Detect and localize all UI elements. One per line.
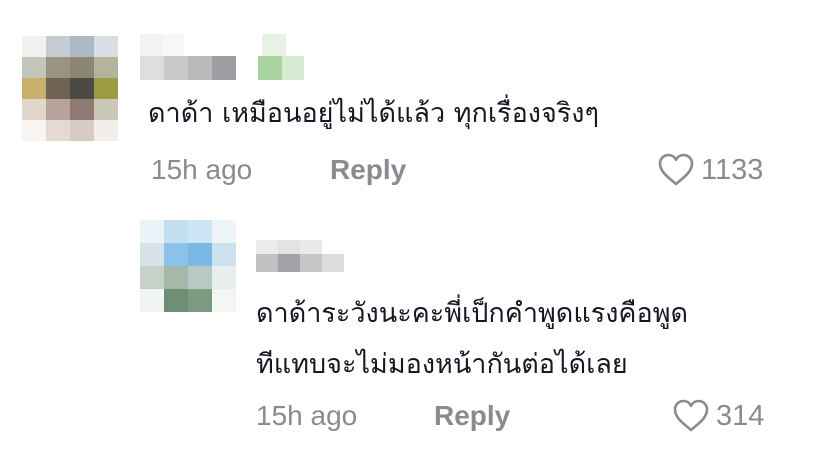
like-count: 1133 [701, 153, 764, 186]
reply-button[interactable]: Reply [330, 154, 406, 186]
comment-timestamp: 15h ago [256, 400, 358, 431]
heart-outline-icon [657, 152, 695, 188]
reply-button[interactable]: Reply [434, 400, 510, 432]
username-redacted[interactable] [140, 34, 310, 82]
avatar[interactable] [140, 220, 236, 312]
like-count: 314 [716, 399, 765, 432]
comment-2: ดาด้าระวังนะคะพี่เป็กคำพูดแรงคือพูด ทีแท… [0, 200, 820, 459]
comment-text: ดาด้า เหมือนอยู่ไม่ได้แล้ว ทุกเรื่องจริง… [148, 98, 599, 129]
like-button[interactable]: 314 [672, 398, 764, 434]
comment-text-line-1: ดาด้าระวังนะคะพี่เป็กคำพูดแรงคือพูด [256, 298, 689, 329]
comment-timestamp: 15h ago [151, 154, 253, 185]
comment-text-line-2: ทีแทบจะไม่มองหน้ากันต่อได้เลย [256, 349, 628, 380]
comment-1: ดาด้า เหมือนอยู่ไม่ได้แล้ว ทุกเรื่องจริง… [0, 0, 820, 200]
like-button[interactable]: 1133 [657, 152, 763, 188]
username-redacted[interactable] [256, 240, 356, 274]
heart-outline-icon [672, 398, 710, 434]
avatar[interactable] [22, 36, 118, 142]
